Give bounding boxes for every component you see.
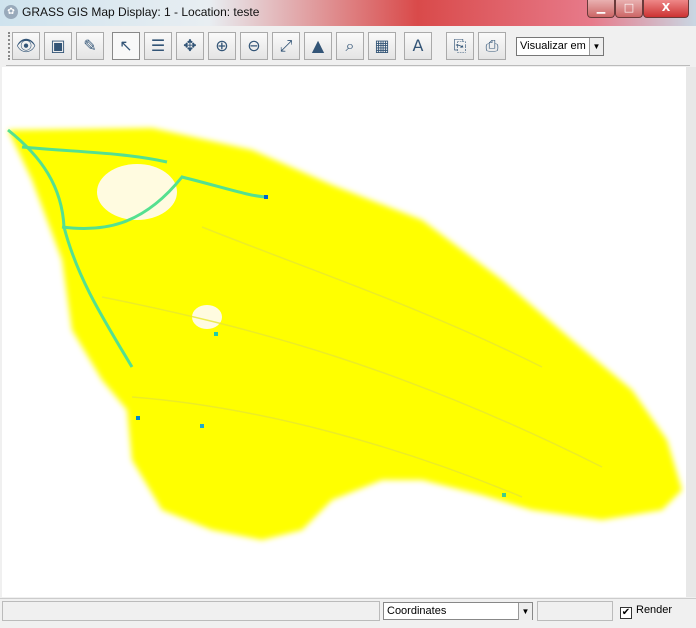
status-bar: Coordinates ▼ ✔ Render	[0, 598, 696, 628]
erase-button[interactable]: ✎	[76, 32, 104, 60]
cell-marker	[214, 332, 218, 336]
cell-marker	[264, 195, 268, 199]
query-icon: ☰	[150, 36, 166, 55]
zoom-back-button[interactable]: ▲	[304, 32, 332, 60]
zoom-extent-icon: ⤢	[279, 36, 293, 55]
eraser-icon: ✎	[83, 36, 97, 55]
save-button[interactable]: ⎘	[446, 32, 474, 60]
zoom-out-icon: ⊖	[247, 36, 261, 55]
status-mode-select[interactable]: Coordinates ▼	[383, 602, 533, 620]
query-button[interactable]: ☰	[144, 32, 172, 60]
light-patch	[97, 164, 177, 220]
cell-marker	[200, 424, 204, 428]
grass-app-icon: ✿	[4, 5, 18, 19]
printer-icon: ⎙	[485, 36, 499, 55]
zoom-back-icon: ▲	[311, 36, 325, 55]
display-map-button[interactable]: 👁	[12, 32, 40, 60]
map-toolbar: 👁 ▣ ✎ ↖ ☰ ✥ ⊕ ⊖ ⤢ ▲ ⌕ ▦ A ⎘ ⎙ Visualizar em 2D ▼	[6, 26, 690, 66]
analyze-button[interactable]: ▦	[368, 32, 396, 60]
save-icon: ⎘	[453, 36, 467, 55]
render-map-button[interactable]: ▣	[44, 32, 72, 60]
map-canvas[interactable]	[2, 67, 686, 597]
window-title: GRASS GIS Map Display: 1 - Location: tes…	[22, 5, 260, 19]
cell-marker	[502, 493, 506, 497]
pan-button[interactable]: ✥	[176, 32, 204, 60]
status-field	[537, 601, 613, 621]
print-button[interactable]: ⎙	[478, 32, 506, 60]
eye-icon: 👁	[15, 36, 37, 55]
pointer-button[interactable]: ↖	[112, 32, 140, 60]
close-button[interactable]: X	[643, 0, 689, 18]
minimize-button[interactable]: ▁	[587, 0, 615, 18]
status-field	[2, 601, 380, 621]
zoom-menu-button[interactable]: ⌕	[336, 32, 364, 60]
overlay-button[interactable]: A	[404, 32, 432, 60]
zoom-out-button[interactable]: ⊖	[240, 32, 268, 60]
chevron-down-icon[interactable]: ▼	[518, 603, 532, 620]
vertical-scrollbar[interactable]	[686, 67, 696, 597]
legend-icon: A	[412, 36, 424, 55]
raster-map	[7, 128, 682, 540]
zoom-extent-button[interactable]: ⤢	[272, 32, 300, 60]
status-mode-value: Coordinates	[387, 605, 447, 617]
pointer-icon: ↖	[119, 36, 133, 55]
zoom-in-button[interactable]: ⊕	[208, 32, 236, 60]
cell-marker	[136, 416, 140, 420]
analyze-icon: ▦	[374, 36, 390, 55]
pan-icon: ✥	[183, 36, 197, 55]
zoom-in-icon: ⊕	[215, 36, 229, 55]
render-label: Render	[636, 604, 673, 616]
maximize-button[interactable]: □	[615, 0, 643, 18]
render-checkbox[interactable]: ✔ Render	[620, 604, 672, 619]
toolbar-grip[interactable]	[8, 32, 11, 60]
render-icon: ▣	[50, 36, 66, 55]
chevron-down-icon[interactable]: ▼	[589, 38, 603, 55]
zoom-menu-icon: ⌕	[345, 36, 355, 55]
title-bar: ✿ GRASS GIS Map Display: 1 - Location: t…	[0, 0, 696, 26]
display-mode-select[interactable]: Visualizar em 2D ▼	[516, 37, 604, 56]
checkbox-check-icon[interactable]: ✔	[620, 607, 632, 619]
